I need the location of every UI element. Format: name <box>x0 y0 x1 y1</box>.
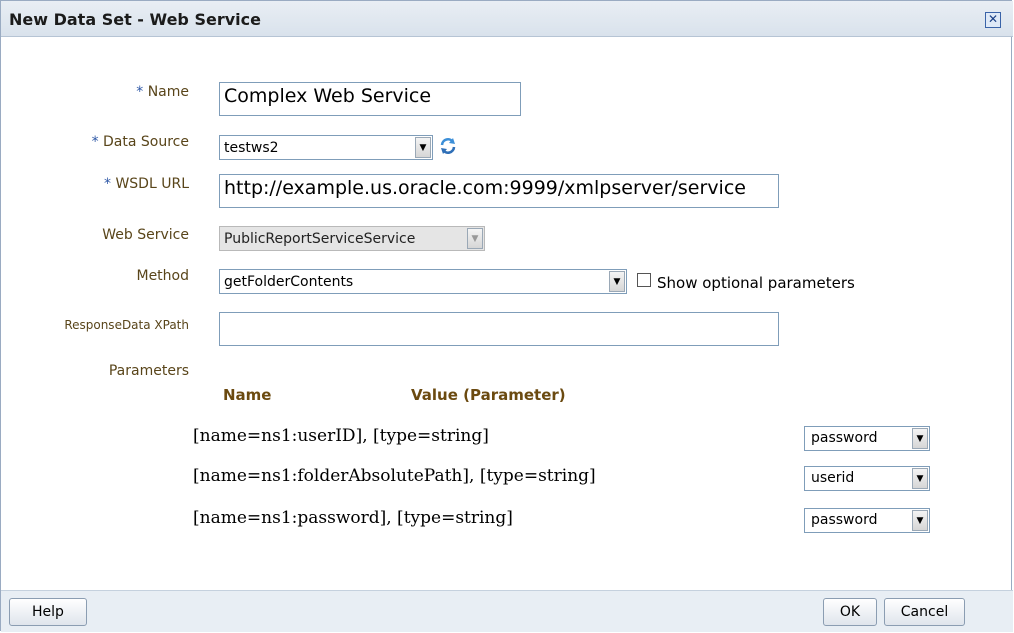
new-data-set-dialog: New Data Set - Web Service ✕ * Name Comp… <box>0 0 1013 632</box>
close-icon[interactable]: ✕ <box>985 12 1001 28</box>
wsdl-url-label: * WSDL URL <box>104 176 189 192</box>
name-label: * Name <box>136 84 189 100</box>
chevron-down-icon: ▼ <box>467 228 483 249</box>
parameter-row-name: [name=ns1:password], [type=string] <box>193 508 513 528</box>
parameter-value: password <box>811 430 878 446</box>
parameter-value-select[interactable]: password ▼ <box>804 426 930 451</box>
ok-button[interactable]: OK <box>823 598 877 626</box>
chevron-down-icon[interactable]: ▼ <box>415 137 431 158</box>
data-source-label: * Data Source <box>92 134 189 150</box>
name-input[interactable]: Complex Web Service <box>219 82 521 116</box>
parameters-label: Parameters <box>108 363 189 379</box>
data-source-select[interactable]: testws2 ▼ <box>219 135 433 160</box>
chevron-down-icon[interactable]: ▼ <box>912 510 928 531</box>
method-select[interactable]: getFolderContents ▼ <box>219 269 627 294</box>
data-source-value: testws2 <box>224 140 279 156</box>
parameter-value-select[interactable]: password ▼ <box>804 508 930 533</box>
web-service-value: PublicReportServiceService <box>224 231 416 247</box>
show-optional-parameters-label: Show optional parameters <box>657 274 855 292</box>
parameter-row-name: [name=ns1:folderAbsolutePath], [type=str… <box>193 466 596 486</box>
help-button[interactable]: Help <box>9 598 87 626</box>
wsdl-url-input[interactable]: http://example.us.oracle.com:9999/xmlpse… <box>219 174 779 208</box>
data-source-label-text: Data Source <box>103 134 189 150</box>
required-marker: * <box>136 84 144 100</box>
parameter-row-name: [name=ns1:userID], [type=string] <box>193 426 489 446</box>
parameter-value-select[interactable]: userid ▼ <box>804 466 930 491</box>
required-marker: * <box>91 134 99 150</box>
dialog-footer: Help OK Cancel <box>1 590 1013 632</box>
chevron-down-icon[interactable]: ▼ <box>609 271 625 292</box>
name-label-text: Name <box>147 84 189 100</box>
method-value: getFolderContents <box>224 274 354 290</box>
parameter-value: userid <box>811 470 855 486</box>
wsdl-url-label-text: WSDL URL <box>115 176 189 192</box>
chevron-down-icon[interactable]: ▼ <box>912 468 928 489</box>
web-service-label: Web Service <box>102 227 189 243</box>
show-optional-parameters-checkbox[interactable] <box>637 273 651 287</box>
chevron-down-icon[interactable]: ▼ <box>912 428 928 449</box>
parameter-value: password <box>811 512 878 528</box>
parameters-name-header: Name <box>223 386 272 404</box>
cancel-button[interactable]: Cancel <box>884 598 965 626</box>
web-service-select: PublicReportServiceService ▼ <box>219 226 485 251</box>
response-xpath-input[interactable] <box>219 312 779 346</box>
refresh-icon[interactable] <box>438 136 458 156</box>
dialog-titlebar: New Data Set - Web Service ✕ <box>1 1 1013 37</box>
dialog-title: New Data Set - Web Service <box>9 10 261 29</box>
parameters-value-header: Value (Parameter) <box>411 386 566 404</box>
required-marker: * <box>104 176 111 192</box>
method-label: Method <box>136 268 189 284</box>
response-xpath-label: ResponseData XPath <box>64 318 189 332</box>
